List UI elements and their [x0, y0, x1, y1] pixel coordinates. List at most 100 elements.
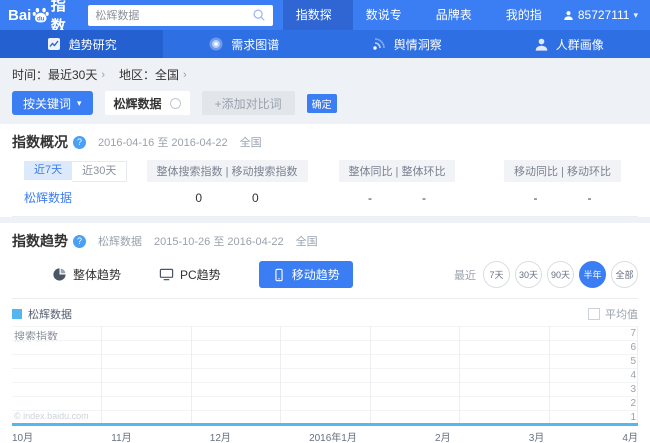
- average-label: 平均值: [605, 309, 638, 321]
- gridline-h: [12, 368, 638, 369]
- filter-bar: 时间：最近30天 › 地区：全国 › 按关键词 ▾ 松辉数据 +添加对比词 确定: [0, 58, 650, 124]
- baidu-index-page: Bai du 指数 指数探索 数说专题 品牌表现 我的指数: [0, 0, 650, 443]
- top-bar: Bai du 指数 指数探索 数说专题 品牌表现 我的指数: [0, 0, 650, 52]
- mobile-yoy-value: -: [533, 191, 538, 205]
- baidu-paw-icon: du: [33, 7, 50, 22]
- top-nav-data-topics[interactable]: 数说专题: [353, 0, 423, 52]
- search-input[interactable]: [95, 9, 252, 21]
- tab-trend-research[interactable]: 趋势研究: [0, 30, 163, 58]
- range-90d[interactable]: 90天: [547, 261, 574, 288]
- search-box[interactable]: [88, 4, 273, 26]
- trend-section: 指数趋势 ? 松辉数据 2015-10-26 至 2016-04-22 全国 整…: [0, 223, 650, 443]
- overview-section: 指数概况 ? 2016-04-16 至 2016-04-22 全国 近7天 近3…: [0, 124, 650, 217]
- trend-title: 指数趋势: [12, 233, 68, 249]
- y-tick: 4: [630, 370, 636, 381]
- col-search-index[interactable]: 整体搜索指数 | 移动搜索指数: [146, 160, 308, 182]
- keyword-tag[interactable]: 松辉数据: [104, 91, 190, 115]
- legend-color-swatch: [12, 309, 22, 319]
- gridline-v: [459, 326, 461, 426]
- range-half-year[interactable]: 半年: [579, 261, 606, 288]
- gridline-h: [12, 382, 638, 383]
- user-menu[interactable]: 85727111 ▾: [563, 8, 638, 22]
- tab-mobile-trend[interactable]: 移动趋势: [258, 261, 353, 288]
- search-icon[interactable]: [252, 8, 266, 22]
- overview-region: 全国: [239, 137, 262, 149]
- region-filter[interactable]: 地区：全国: [119, 66, 179, 83]
- top-nav-brand[interactable]: 品牌表现: [423, 0, 493, 52]
- range-7d[interactable]: 7天: [483, 261, 510, 288]
- pie-chart-icon: [53, 268, 66, 281]
- overview-help-icon[interactable]: ?: [73, 135, 86, 149]
- tab-mobile-trend-label: 移动趋势: [291, 268, 340, 282]
- tab-overall-trend[interactable]: 整体趋势: [52, 266, 121, 283]
- x-tick: 11月: [111, 433, 132, 443]
- average-toggle[interactable]: 平均值: [588, 306, 638, 322]
- top-nav-index-explore[interactable]: 指数探索: [282, 0, 353, 52]
- keyword-link[interactable]: 松辉数据: [24, 191, 72, 205]
- add-compare-button[interactable]: +添加对比词: [201, 91, 295, 115]
- phone-icon: [275, 268, 283, 281]
- gridline-v: [637, 326, 638, 426]
- persona-icon: [535, 38, 548, 51]
- gridline-h: [12, 410, 638, 411]
- user-icon: [564, 10, 573, 20]
- watermark: © index.baidu.com: [14, 411, 89, 421]
- gridline-v: [101, 326, 103, 426]
- mobile-search-value: 0: [252, 191, 259, 205]
- overall-mom-value: -: [422, 191, 426, 205]
- gridline-v: [190, 326, 192, 426]
- demand-graph-icon: [209, 37, 223, 51]
- tab-demand-graph[interactable]: 需求图谱: [163, 30, 326, 58]
- tab-sentiment-insight[interactable]: 舆情洞察: [325, 30, 488, 58]
- region-caret-icon: ›: [183, 68, 187, 81]
- x-tick: 12月: [209, 433, 231, 443]
- gridline-h: [12, 326, 638, 327]
- trend-keyword: 松辉数据: [98, 236, 142, 248]
- x-tick: 2016年1月: [309, 433, 357, 443]
- tab-last-7-days[interactable]: 近7天: [24, 160, 73, 180]
- user-id: 85727111: [577, 8, 630, 22]
- range-all[interactable]: 全部: [611, 261, 638, 288]
- y-tick: 6: [630, 342, 636, 353]
- time-filter[interactable]: 时间：最近30天: [12, 66, 97, 83]
- x-axis-labels: 10月 11月 12月 2016年1月 2月 3月 4月: [12, 429, 638, 443]
- tab-persona[interactable]: 人群画像: [488, 30, 650, 58]
- overall-yoy-value: -: [368, 191, 372, 205]
- col-overall-compare[interactable]: 整体同比 | 整体环比: [338, 160, 456, 182]
- tab-pc-trend[interactable]: PC趋势: [159, 266, 221, 283]
- keyword-caret-down-icon: ▾: [77, 97, 82, 108]
- mobile-mom-value: -: [587, 191, 592, 205]
- top-nav-my-index[interactable]: 我的指数: [493, 0, 563, 52]
- trend-chart[interactable]: 搜索指数 7 6 5 4 3 2 1 © index.baidu.com: [12, 326, 638, 426]
- average-checkbox[interactable]: [588, 308, 600, 320]
- tab-pc-trend-label: PC趋势: [180, 268, 221, 282]
- trend-region: 全国: [295, 236, 318, 248]
- range-selector: 最近 7天 30天 90天 半年 全部: [454, 261, 638, 288]
- tab-demand-graph-label: 需求图谱: [231, 37, 280, 52]
- controls-divider: [12, 298, 638, 299]
- gridline-h: [12, 354, 638, 355]
- range-30d[interactable]: 30天: [515, 261, 542, 288]
- sentiment-radar-icon: [373, 38, 385, 50]
- x-tick: 3月: [528, 433, 545, 443]
- overview-header-row: 近7天 近30天 整体搜索指数 | 移动搜索指数 整体同比 | 整体环比 移动同…: [12, 160, 638, 182]
- filter-summary: 时间：最近30天 › 地区：全国 ›: [12, 66, 638, 83]
- x-tick: 4月: [622, 433, 638, 443]
- overview-title: 指数概况: [12, 134, 68, 150]
- keyword-status-icon[interactable]: [169, 97, 181, 109]
- time-caret-icon: ›: [101, 68, 106, 81]
- svg-text:du: du: [37, 15, 45, 22]
- col-mobile-compare[interactable]: 移动同比 | 移动环比: [504, 160, 621, 182]
- gridline-v: [280, 326, 282, 426]
- by-keyword-button[interactable]: 按关键词 ▾: [12, 91, 93, 115]
- confirm-button[interactable]: 确定: [306, 93, 337, 113]
- tab-last-30-days[interactable]: 近30天: [72, 160, 128, 182]
- trend-help-icon[interactable]: ?: [73, 234, 86, 248]
- top-nav: 指数探索 数说专题 品牌表现 我的指数: [282, 0, 563, 52]
- chart-legend: 松辉数据 平均值: [12, 307, 638, 321]
- tab-persona-label: 人群画像: [555, 37, 604, 52]
- gridline-v: [369, 326, 371, 426]
- monitor-icon: [159, 268, 174, 281]
- by-keyword-label: 按关键词: [23, 96, 72, 111]
- x-tick: 10月: [12, 433, 34, 443]
